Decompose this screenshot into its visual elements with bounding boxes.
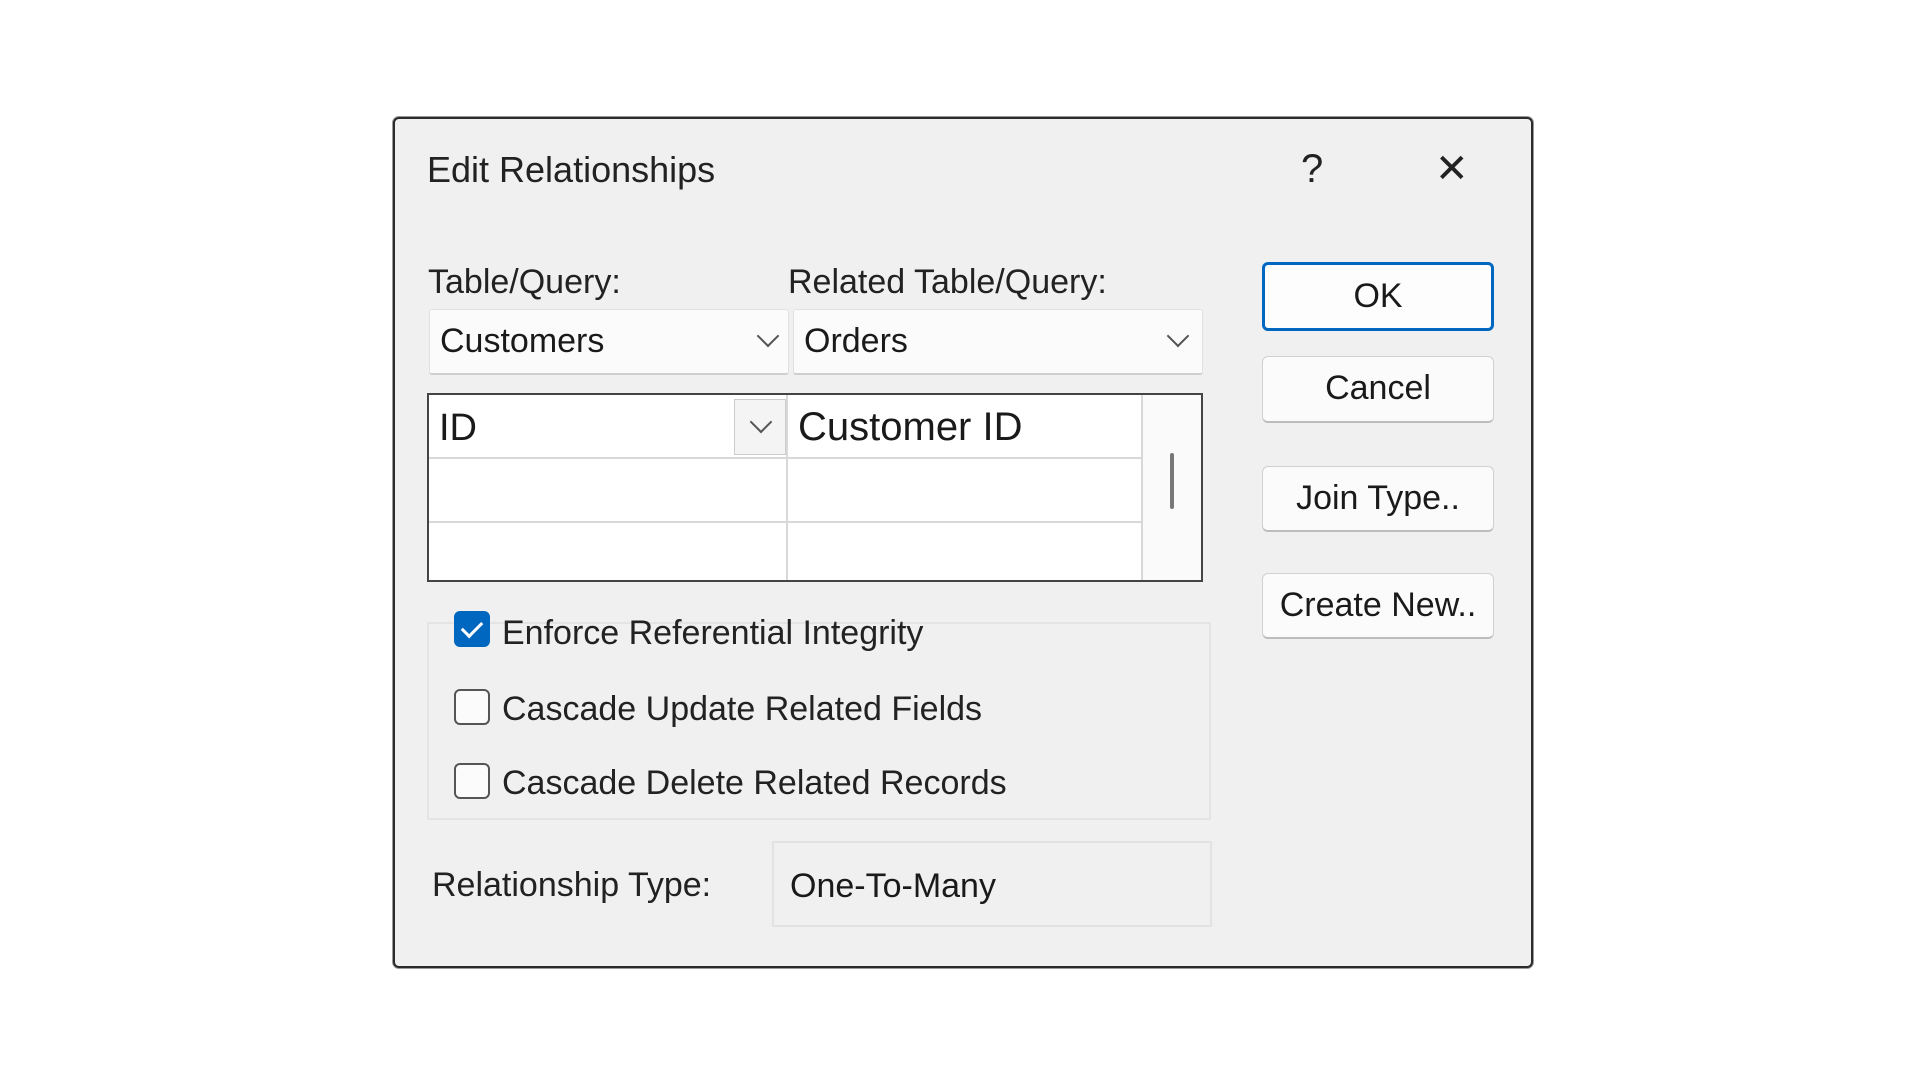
related-table-query-label: Related Table/Query: [788, 263, 1107, 301]
cascade-delete-checkbox[interactable] [454, 763, 490, 799]
relationship-type-box: One-To-Many [772, 841, 1212, 927]
help-button[interactable]: ? [1301, 149, 1323, 189]
cascade-update-label[interactable]: Cascade Update Related Fields [502, 690, 982, 729]
field-cell[interactable]: ID [429, 395, 788, 459]
enforce-referential-integrity-label[interactable]: Enforce Referential Integrity [502, 614, 923, 653]
scrollbar-thumb[interactable] [1170, 453, 1174, 509]
table-query-value: Customers [440, 322, 605, 360]
related-field-value: Customer ID [798, 405, 1023, 449]
related-field-cell[interactable] [788, 459, 1143, 523]
cascade-update-checkbox[interactable] [454, 689, 490, 725]
join-type-button[interactable]: Join Type.. [1262, 466, 1494, 532]
relationship-type-label: Relationship Type: [432, 866, 712, 904]
dialog-title: Edit Relationships [427, 149, 716, 190]
table-query-label: Table/Query: [428, 263, 621, 301]
grid-scrollbar[interactable] [1143, 395, 1201, 580]
field-cell[interactable] [429, 459, 788, 523]
chevron-down-icon [1166, 324, 1190, 348]
related-field-cell[interactable] [788, 523, 1143, 580]
close-button[interactable]: ✕ [1435, 149, 1469, 189]
field-dropdown-button[interactable] [734, 399, 786, 455]
edit-relationships-dialog: Edit Relationships ? ✕ Table/Query: Rela… [393, 117, 1533, 968]
create-new-button[interactable]: Create New.. [1262, 573, 1494, 639]
related-table-query-value: Orders [804, 322, 908, 360]
chevron-down-icon [756, 324, 780, 348]
related-field-cell[interactable]: Customer ID [788, 395, 1143, 459]
related-table-query-select[interactable]: Orders [793, 309, 1203, 375]
cascade-delete-label[interactable]: Cascade Delete Related Records [502, 764, 1007, 803]
table-query-select[interactable]: Customers [429, 309, 789, 375]
ok-button[interactable]: OK [1262, 262, 1494, 331]
chevron-down-icon [749, 410, 773, 434]
cancel-button[interactable]: Cancel [1262, 356, 1494, 423]
relationship-type-value: One-To-Many [790, 867, 996, 905]
field-value: ID [439, 407, 477, 449]
enforce-referential-integrity-checkbox[interactable] [454, 611, 490, 647]
field-cell[interactable] [429, 523, 788, 580]
field-mapping-grid: ID Customer ID [427, 393, 1203, 582]
